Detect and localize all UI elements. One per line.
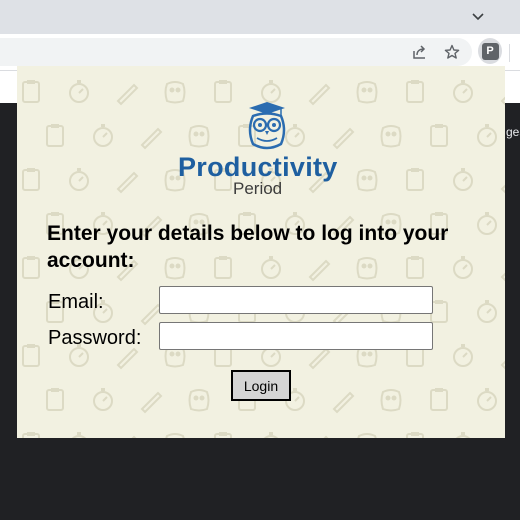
brand-subtitle: Period xyxy=(233,179,283,198)
chevron-down-icon[interactable] xyxy=(468,7,488,27)
browser-tab-strip xyxy=(0,0,520,34)
login-button[interactable]: Login xyxy=(231,370,291,401)
password-field[interactable] xyxy=(159,322,433,350)
email-field[interactable] xyxy=(159,286,433,314)
star-icon[interactable] xyxy=(440,40,464,64)
extension-icon[interactable]: P xyxy=(478,38,502,64)
login-heading: Enter your details below to log into you… xyxy=(47,222,449,272)
address-bar[interactable] xyxy=(0,38,472,66)
email-label: Email: xyxy=(48,291,104,313)
page-edge-text: ges xyxy=(506,125,520,139)
share-icon[interactable] xyxy=(408,40,432,64)
extension-popup: Productivity Period Enter your details b… xyxy=(17,66,505,438)
extension-letter: P xyxy=(481,42,499,60)
toolbar-divider xyxy=(509,44,510,62)
password-label: Password: xyxy=(48,327,142,349)
